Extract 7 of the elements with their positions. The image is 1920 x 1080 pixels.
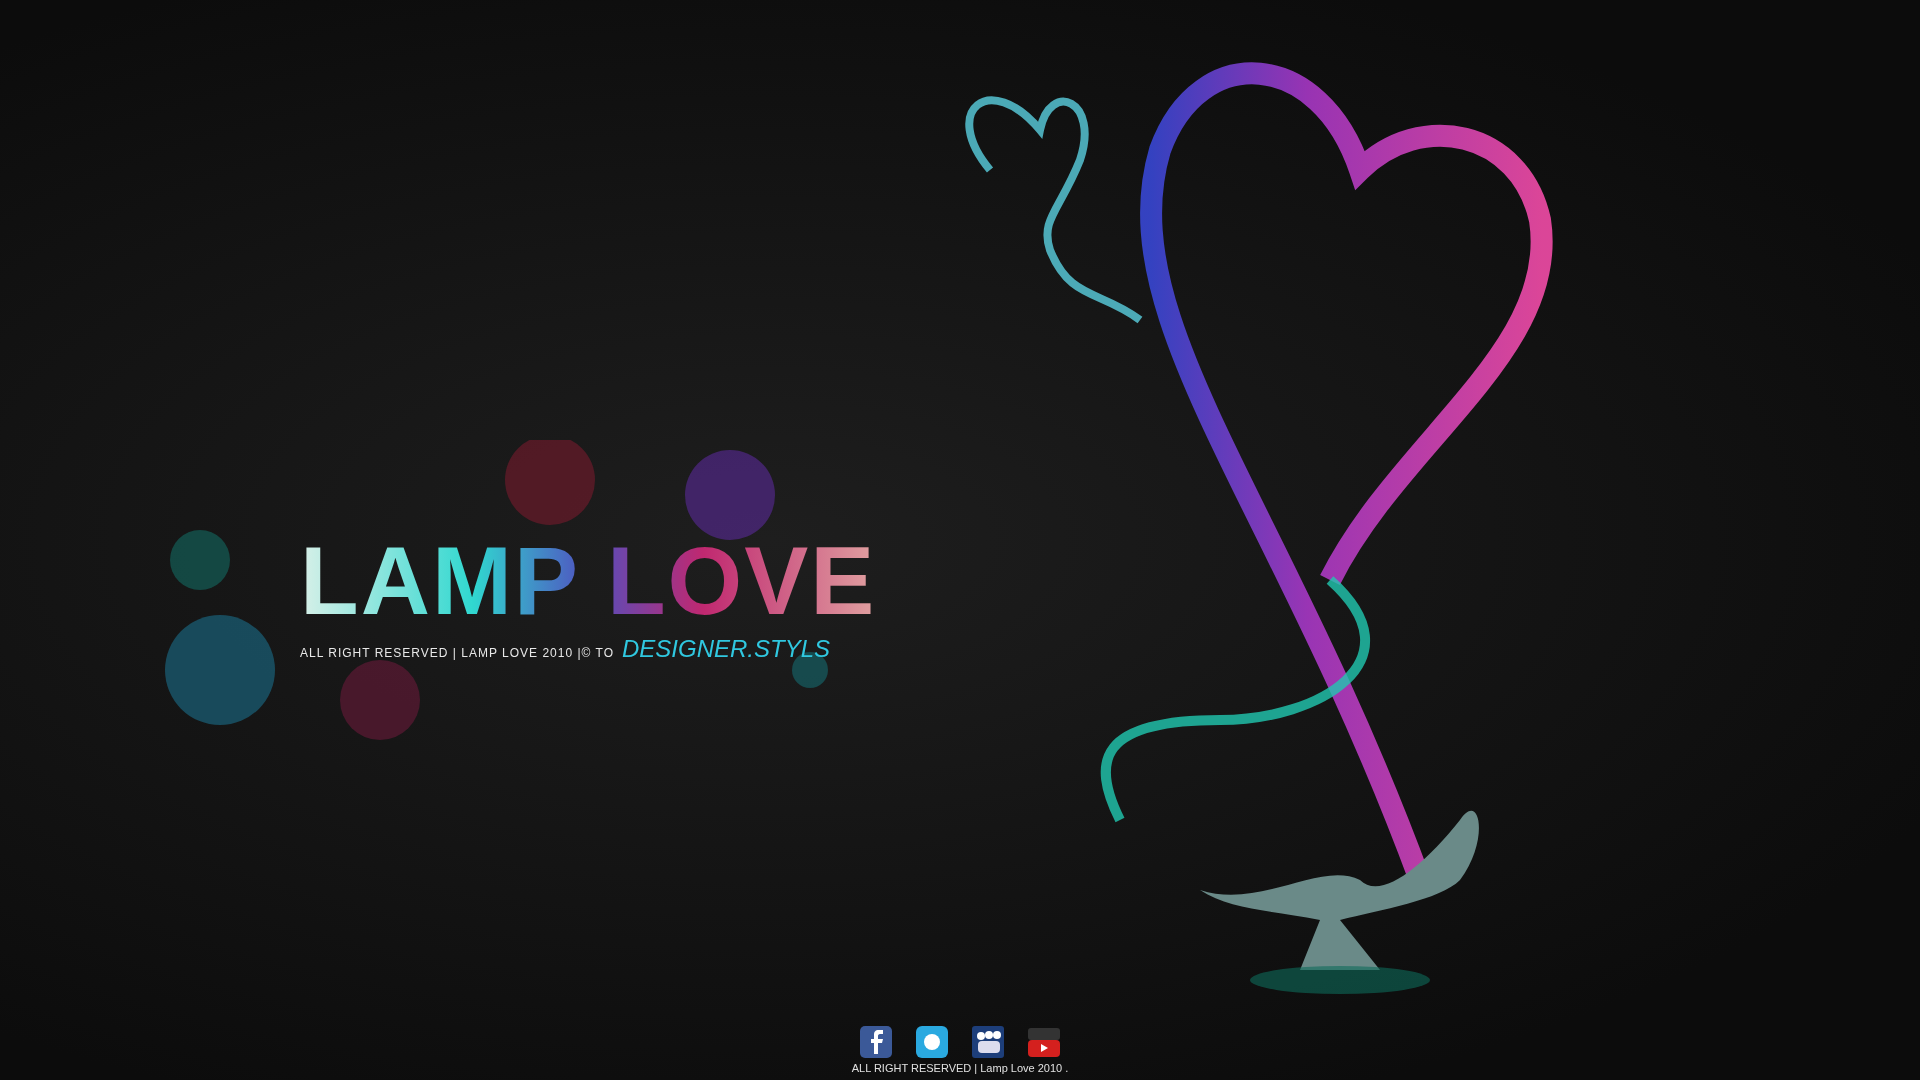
designer-link[interactable]: DESIGNER.STYLS (622, 635, 831, 663)
copyright-text: ALL RIGHT RESERVED | Lamp Love 2010 . (851, 1062, 1069, 1074)
tagline: ALL RIGHT RESERVED | LAMP LOVE 2010 |© TO (300, 646, 614, 660)
people-square-icon[interactable] (972, 1026, 1004, 1058)
letter-f-square-icon[interactable] (860, 1026, 892, 1058)
tv-square-icon[interactable] (1028, 1026, 1060, 1058)
dot-square-icon[interactable] (916, 1026, 948, 1058)
